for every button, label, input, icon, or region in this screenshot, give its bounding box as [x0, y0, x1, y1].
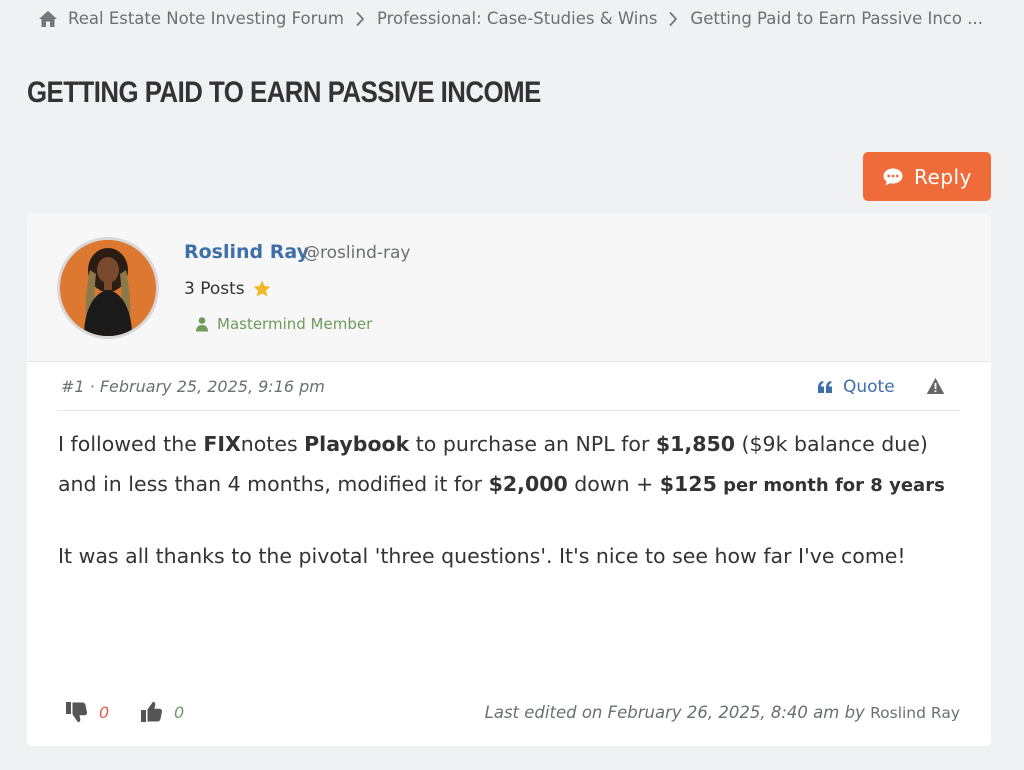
divider — [57, 410, 960, 411]
post-card: Roslind Ray @roslind-ray 3 Posts Masterm… — [27, 214, 991, 746]
post-body: I followed the FIXnotes Playbook to purc… — [58, 424, 968, 576]
breadcrumb-item-topic: Getting Paid to Earn Passive Inco ... — [690, 9, 983, 28]
breadcrumb-item-forum[interactable]: Real Estate Note Investing Forum — [68, 9, 344, 28]
reply-label: Reply — [914, 164, 972, 189]
post-paragraph-1: I followed the FIXnotes Playbook to purc… — [58, 432, 945, 496]
reply-icon — [882, 167, 904, 187]
dislike-button[interactable]: 0 — [65, 701, 109, 723]
chevron-right-icon — [355, 11, 365, 27]
chevron-right-icon — [668, 11, 678, 27]
author-role: Mastermind Member — [195, 315, 372, 333]
home-icon[interactable] — [38, 10, 58, 28]
author-post-count: 3 Posts — [184, 279, 272, 299]
like-count: 0 — [174, 702, 185, 722]
avatar[interactable] — [57, 237, 159, 339]
star-icon — [252, 279, 272, 299]
post-paragraph-2: It was all thanks to the pivotal 'three … — [58, 544, 906, 568]
quote-label: Quote — [843, 377, 895, 397]
member-icon — [195, 316, 209, 332]
author-panel: Roslind Ray @roslind-ray 3 Posts Masterm… — [27, 214, 991, 362]
author-name[interactable]: Roslind Ray — [184, 241, 309, 263]
last-edited-by[interactable]: Roslind Ray — [870, 704, 960, 722]
page-title: GETTING PAID TO EARN PASSIVE INCOME — [27, 76, 541, 109]
like-button[interactable]: 0 — [140, 701, 184, 723]
breadcrumb-item-category[interactable]: Professional: Case-Studies & Wins — [377, 9, 657, 28]
breadcrumb: Real Estate Note Investing Forum Profess… — [38, 9, 983, 28]
role-label: Mastermind Member — [217, 315, 373, 333]
thumbs-up-icon — [140, 701, 163, 723]
dislike-count: 0 — [99, 702, 110, 722]
reply-button[interactable]: Reply — [863, 152, 991, 201]
post-meta[interactable]: #1 · February 25, 2025, 9:16 pm — [61, 377, 325, 396]
last-edited: Last edited on February 26, 2025, 8:40 a… — [484, 703, 960, 722]
quote-button[interactable]: Quote — [817, 377, 895, 397]
author-handle: @roslind-ray — [303, 243, 411, 263]
post-count-label: 3 Posts — [184, 279, 245, 299]
report-icon[interactable] — [926, 377, 945, 395]
quote-icon — [817, 380, 833, 394]
thumbs-down-icon — [65, 701, 88, 723]
